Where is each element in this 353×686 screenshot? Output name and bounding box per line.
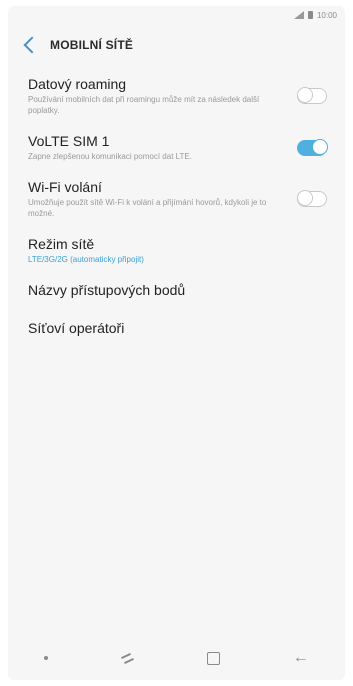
- setting-subtitle: Umožňuje použít sítě Wi-Fi k volání a př…: [28, 198, 267, 218]
- setting-network-operators[interactable]: Síťoví operátoři: [8, 320, 345, 336]
- page-title: MOBILNÍ SÍTĚ: [50, 38, 134, 52]
- setting-volte-sim1[interactable]: VoLTE SIM 1 Zapne zlepšenou komunikaci p…: [8, 133, 345, 162]
- setting-network-mode[interactable]: Režim sítě LTE/3G/2G (automaticky připoj…: [8, 236, 345, 265]
- status-time: 10:00: [316, 10, 337, 20]
- wifi-calling-toggle[interactable]: [297, 190, 327, 207]
- settings-list: Datový roaming Používání mobilních dat p…: [8, 66, 345, 336]
- setting-title: Datový roaming: [28, 76, 127, 92]
- nav-bar: ←: [8, 636, 345, 680]
- back-nav-icon[interactable]: ←: [293, 650, 309, 666]
- setting-access-point-names[interactable]: Názvy přístupových bodů: [8, 282, 345, 298]
- home-icon[interactable]: [207, 651, 221, 665]
- setting-title: Wi-Fi volání: [28, 179, 102, 195]
- setting-title: Síťoví operátoři: [28, 320, 125, 336]
- setting-subtitle: LTE/3G/2G (automaticky připojit): [28, 255, 144, 264]
- setting-title: Režim sítě: [28, 236, 95, 252]
- setting-subtitle: Zapne zlepšenou komunikaci pomocí dat LT…: [28, 152, 192, 161]
- data-roaming-toggle[interactable]: [297, 87, 327, 104]
- setting-title: VoLTE SIM 1: [28, 133, 110, 149]
- battery-icon: [307, 11, 313, 19]
- recent-apps-icon[interactable]: [121, 653, 135, 663]
- app-bar: MOBILNÍ SÍTĚ: [8, 24, 345, 66]
- status-bar: 10:00: [8, 6, 345, 24]
- nav-dot-icon: [44, 656, 49, 660]
- setting-subtitle: Používání mobilních dat při roamingu můž…: [28, 95, 260, 115]
- setting-wifi-calling[interactable]: Wi-Fi volání Umožňuje použít sítě Wi-Fi …: [8, 179, 345, 219]
- signal-icon: [292, 11, 304, 19]
- volte-toggle[interactable]: [297, 138, 328, 156]
- back-arrow-icon[interactable]: [23, 36, 41, 54]
- setting-data-roaming[interactable]: Datový roaming Používání mobilních dat p…: [8, 76, 345, 116]
- phone-screen: 10:00 MOBILNÍ SÍTĚ Datový roaming Použív…: [8, 6, 345, 680]
- setting-title: Názvy přístupových bodů: [28, 282, 186, 298]
